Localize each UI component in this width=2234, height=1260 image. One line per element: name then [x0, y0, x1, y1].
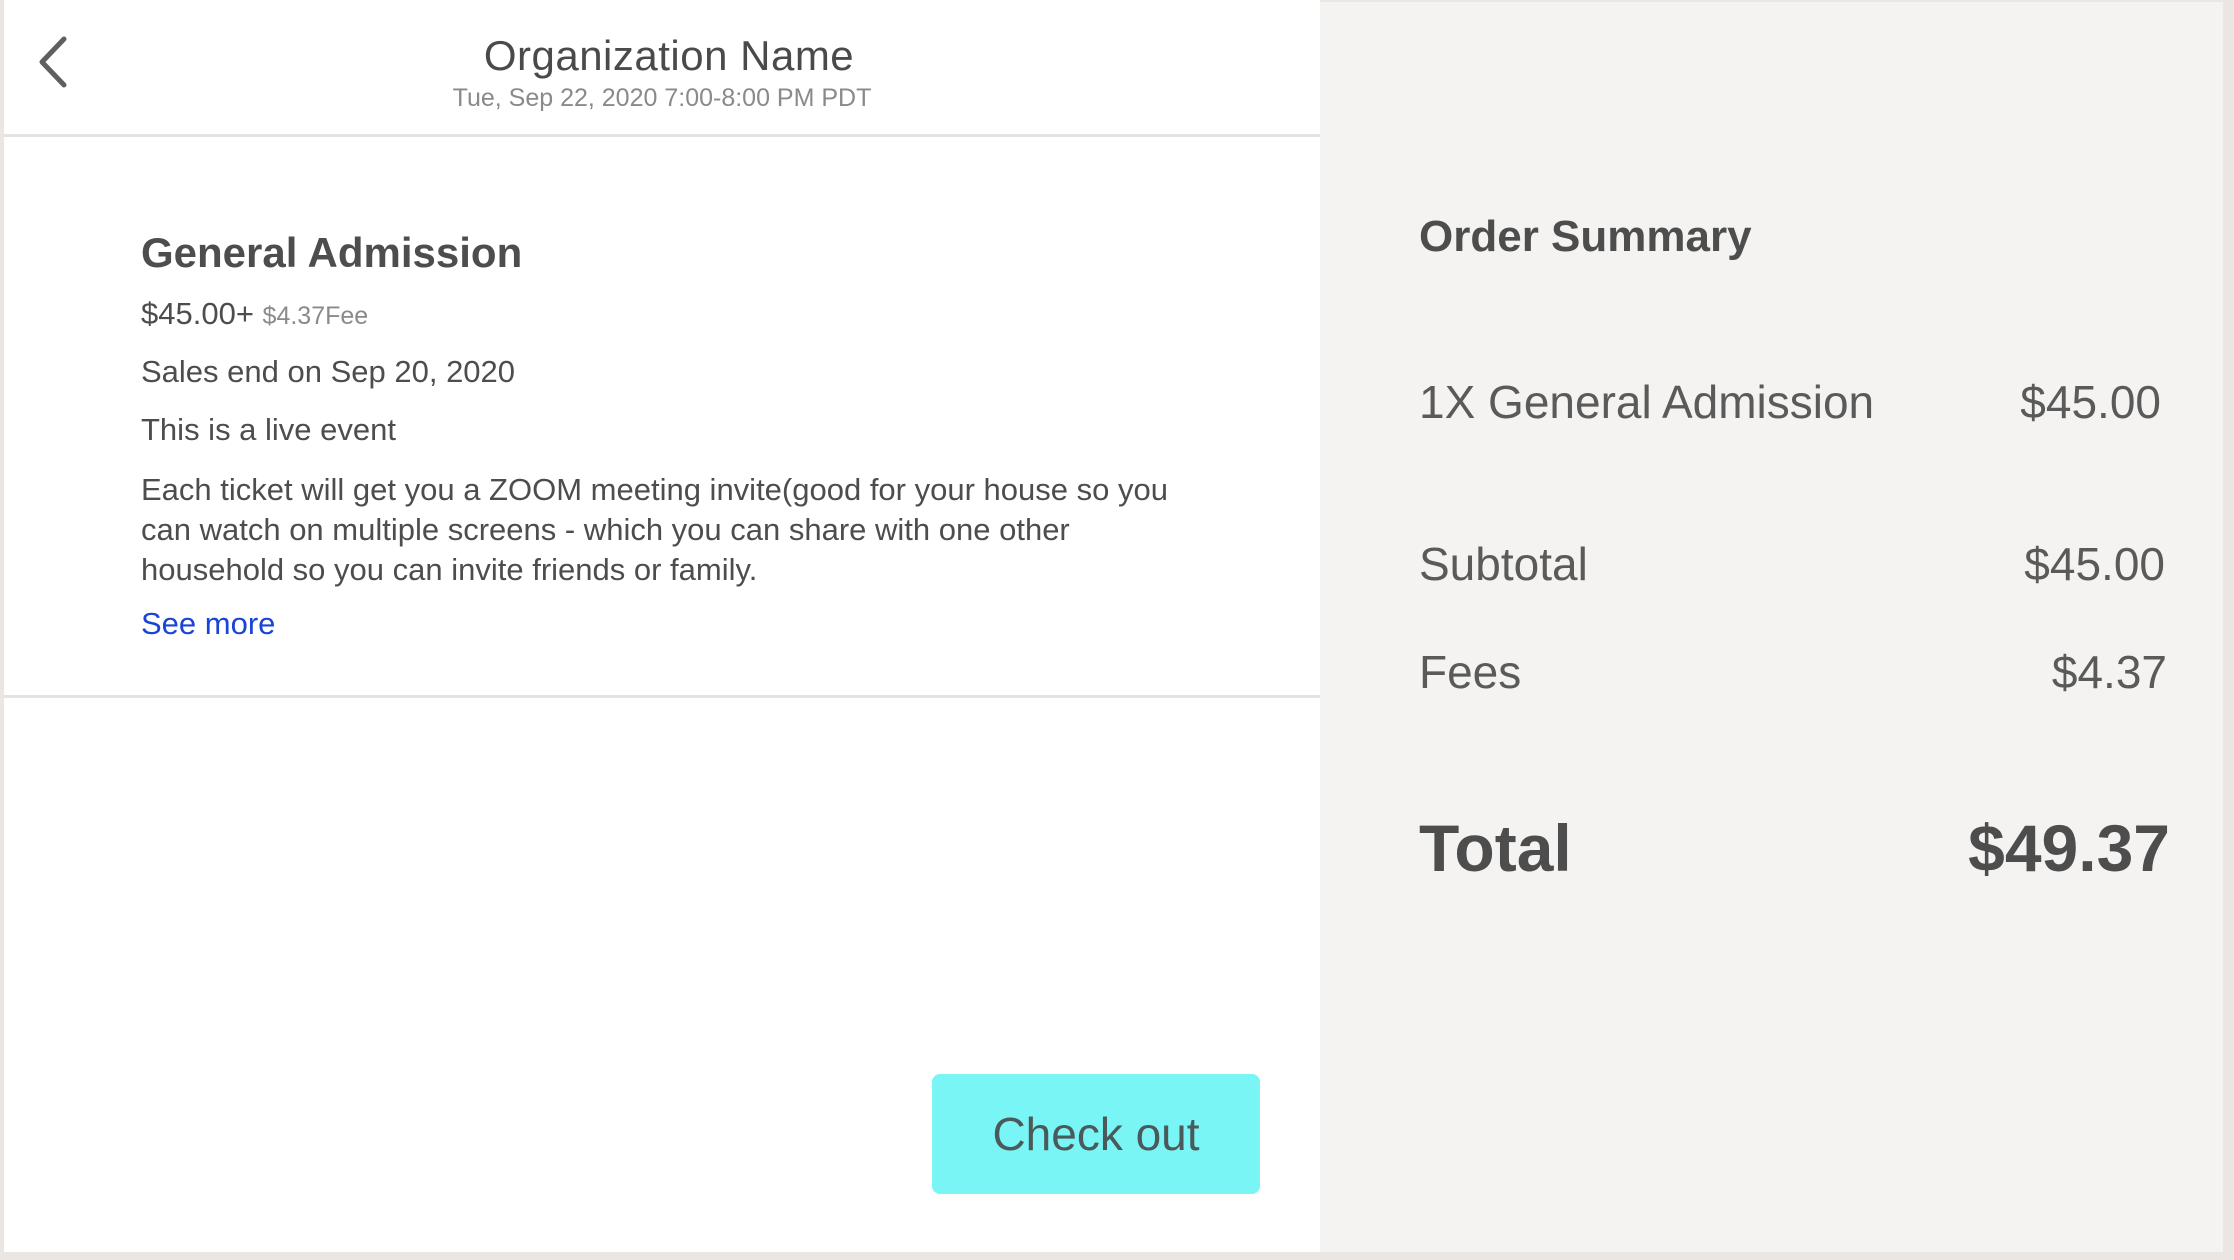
line-item-value: $45.00 [2020, 376, 2161, 428]
checkout-button[interactable]: Check out [932, 1074, 1260, 1194]
ticket-price-line: $45.00+ $4.37Fee [141, 296, 368, 332]
line-item-label: 1X General Admission [1419, 376, 1875, 428]
organization-name: Organization Name [483, 32, 855, 79]
event-date: Tue, Sep 22, 2020 7:00-8:00 PM PDT [452, 84, 872, 112]
subtotal-label: Subtotal [1419, 538, 1588, 590]
live-event-note: This is a live event [141, 412, 396, 447]
ticket-card: General Admission $45.00+ $4.37Fee Sales… [4, 137, 1320, 698]
ticket-price: $45.00+ [141, 296, 254, 331]
total-label: Total [1419, 811, 1572, 885]
app-frame: Organization Name Tue, Sep 22, 2020 7:00… [0, 0, 2234, 1260]
sales-end-date: Sales end on Sep 20, 2020 [141, 354, 516, 389]
see-more-link[interactable]: See more [141, 606, 275, 642]
ticket-title: General Admission [141, 229, 523, 276]
ticket-selection-pane: Organization Name Tue, Sep 22, 2020 7:00… [4, 0, 1320, 1252]
order-summary-title: Order Summary [1419, 212, 1752, 261]
page-header: Organization Name Tue, Sep 22, 2020 7:00… [4, 0, 1320, 137]
ticket-description: Each ticket will get you a ZOOM meeting … [141, 472, 1168, 587]
subtotal-value: $45.00 [2024, 538, 2165, 590]
fees-value: $4.37 [2051, 646, 2167, 698]
fees-label: Fees [1419, 646, 1522, 698]
order-summary-panel: Order Summary 1X General Admission $45.0… [1320, 2, 2223, 1252]
total-value: $49.37 [1968, 811, 2170, 885]
ticket-fee: $4.37Fee [262, 302, 369, 330]
